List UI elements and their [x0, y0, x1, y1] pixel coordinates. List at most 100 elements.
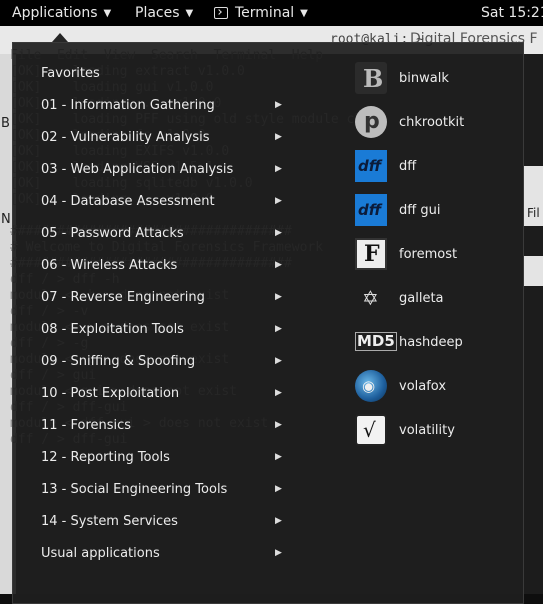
menu-category[interactable]: 04 - Database Assessment ▶ [41, 187, 291, 215]
icon-glyph: dff [358, 157, 382, 175]
app-label: foremost [399, 246, 458, 262]
icon-glyph: dff [358, 201, 382, 219]
clock[interactable]: Sat 15:21 [481, 0, 543, 26]
submenu-arrow-icon: ▶ [275, 196, 282, 206]
menu-category-label: 09 - Sniffing & Spoofing [41, 353, 196, 369]
applications-menu: Favorites 01 - Information Gathering ▶ 02 -… [12, 42, 524, 604]
app-item-hashdeep[interactable]: MD5 hashdeep [355, 325, 463, 359]
app-label: binwalk [399, 70, 449, 86]
app-item-dff[interactable]: dff dff [355, 149, 416, 183]
dff-icon: dff [355, 150, 387, 182]
places-label: Places [135, 5, 180, 21]
icon-glyph: √ [363, 418, 376, 442]
app-item-volatility[interactable]: √ volatility [355, 413, 455, 447]
menu-category-label: 14 - System Services [41, 513, 178, 529]
app-label: volatility [399, 422, 455, 438]
menu-category-label: 02 - Vulnerability Analysis [41, 129, 210, 145]
menu-category[interactable]: 02 - Vulnerability Analysis ▶ [41, 123, 291, 151]
submenu-arrow-icon: ▶ [275, 164, 282, 174]
galleta-icon: ✡ [355, 282, 387, 314]
volafox-icon: ◉ [355, 370, 387, 402]
submenu-arrow-icon: ▶ [275, 356, 282, 366]
app-label: hashdeep [399, 334, 463, 350]
right-panel-lower [523, 256, 543, 286]
submenu-arrow-icon: ▶ [275, 484, 282, 494]
menu-category-label: 03 - Web Application Analysis [41, 161, 234, 177]
menu-category[interactable]: Usual applications ▶ [41, 539, 291, 567]
submenu-arrow-icon: ▶ [275, 324, 282, 334]
right-panel-label: Fil [527, 206, 540, 220]
app-label: galleta [399, 290, 444, 306]
hashdeep-icon: MD5 [355, 326, 397, 358]
app-item-foremost[interactable]: Fforemost [355, 237, 457, 271]
menu-category[interactable]: 13 - Social Engineering Tools ▶ [41, 475, 291, 503]
menu-category-label: 10 - Post Exploitation [41, 385, 180, 401]
applications-menu-button[interactable]: Applications ▼ [12, 0, 111, 26]
menu-category[interactable]: 12 - Reporting Tools ▶ [41, 443, 291, 471]
app-label: dff gui [399, 202, 441, 218]
app-item-volafox[interactable]: ◉ volafox [355, 369, 446, 403]
menu-category[interactable]: 03 - Web Application Analysis ▶ [41, 155, 291, 183]
volatility-icon: √ [355, 414, 387, 446]
menu-category-label: 12 - Reporting Tools [41, 449, 170, 465]
menu-category[interactable]: 08 - Exploitation Tools ▶ [41, 315, 291, 343]
app-label: chkrootkit [399, 114, 465, 130]
menu-category[interactable]: 06 - Wireless Attacks ▶ [41, 251, 291, 279]
app-label: volafox [399, 378, 447, 394]
icon-glyph: ◉ [362, 377, 376, 395]
top-panel: Applications ▼ Places ▼ Terminal ▼ Sat 1… [0, 0, 543, 26]
menu-category-label: 06 - Wireless Attacks [41, 257, 178, 273]
menu-category-label: Favorites [41, 65, 100, 81]
submenu-arrow-icon: ▶ [275, 260, 282, 270]
icon-glyph: ✡ [362, 286, 379, 310]
submenu-arrow-icon: ▶ [275, 548, 282, 558]
caret-down-icon: ▼ [300, 7, 308, 19]
menu-category[interactable]: 14 - System Services ▶ [41, 507, 291, 535]
icon-glyph: B [363, 64, 384, 93]
submenu-arrow-icon: ▶ [275, 228, 282, 238]
menu-category-label: 01 - Information Gathering [41, 97, 215, 113]
app-item-galleta[interactable]: ✡ galleta [355, 281, 444, 315]
submenu-arrow-icon: ▶ [275, 292, 282, 302]
menu-category-label: 11 - Forensics [41, 417, 132, 433]
app-item-binwalk[interactable]: Bbinwalk [355, 61, 449, 95]
submenu-arrow-icon: ▶ [275, 100, 282, 110]
menu-category[interactable]: 01 - Information Gathering ▶ [41, 91, 291, 119]
terminal-menu-button[interactable]: Terminal ▼ [214, 0, 308, 26]
chkrootkit-icon: p [355, 106, 387, 138]
menu-category[interactable]: 05 - Password Attacks ▶ [41, 219, 291, 247]
foremost-icon: F [355, 238, 387, 270]
caret-down-icon: ▼ [103, 7, 112, 19]
submenu-arrow-icon: ▶ [275, 132, 282, 142]
submenu-arrow-icon: ▶ [275, 388, 282, 398]
clock-label: Sat 15:21 [481, 5, 543, 21]
menu-category-label: 07 - Reverse Engineering [41, 289, 205, 305]
menu-category-label: Usual applications [41, 545, 160, 561]
menu-category[interactable]: 07 - Reverse Engineering ▶ [41, 283, 291, 311]
icon-glyph: MD5 [355, 332, 397, 351]
places-menu-button[interactable]: Places ▼ [135, 0, 193, 26]
menu-category-label: 13 - Social Engineering Tools [41, 481, 228, 497]
menu-category[interactable]: Favorites [41, 59, 291, 87]
submenu-arrow-icon: ▶ [275, 452, 282, 462]
icon-glyph: F [364, 241, 380, 267]
menu-category-label: 05 - Password Attacks [41, 225, 184, 241]
submenu-arrow-icon: ▶ [275, 516, 282, 526]
app-label: dff [399, 158, 417, 174]
app-item-dff-gui[interactable]: dff dff gui [355, 193, 440, 227]
menu-category-label: 04 - Database Assessment [41, 193, 215, 209]
menu-category[interactable]: 10 - Post Exploitation ▶ [41, 379, 291, 407]
menu-category[interactable]: 11 - Forensics ▶ [41, 411, 291, 439]
side-letter: B [1, 116, 10, 131]
right-panel: Fil [523, 166, 543, 226]
menu-category[interactable]: 09 - Sniffing & Spoofing ▶ [41, 347, 291, 375]
dff-gui-icon: dff [355, 194, 387, 226]
app-item-chkrootkit[interactable]: p chkrootkit [355, 105, 464, 139]
terminal-icon [214, 7, 228, 19]
icon-glyph: p [364, 109, 380, 134]
menu-pointer [52, 33, 68, 42]
submenu-arrow-icon: ▶ [275, 420, 282, 430]
applications-label: Applications [12, 5, 98, 21]
menu-category-label: 08 - Exploitation Tools [41, 321, 184, 337]
caret-down-icon: ▼ [185, 7, 194, 19]
